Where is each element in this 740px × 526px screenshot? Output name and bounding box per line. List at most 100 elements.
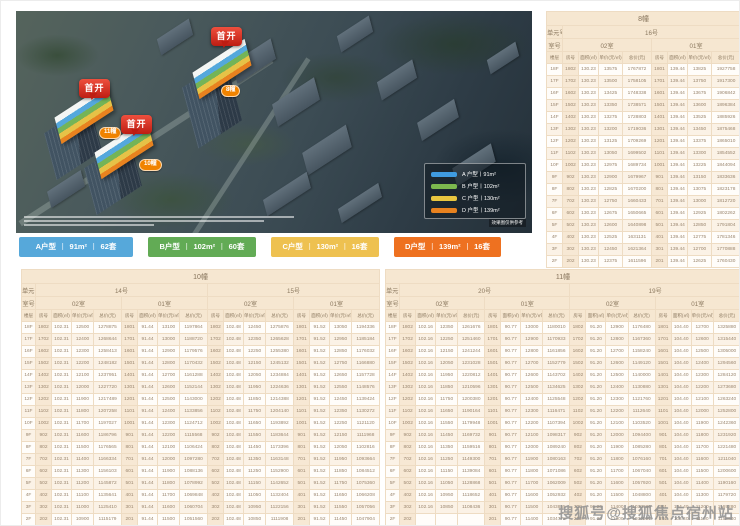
table-row: 6F602102.3111300115610360191.44119001088… <box>22 466 380 478</box>
table-cell: 11400 <box>691 478 713 490</box>
table-row: 14F1402130.231327517288031401139.4413525… <box>547 112 740 124</box>
table-cell: 1103520 <box>628 418 655 430</box>
table-cell: 1102 <box>208 406 224 418</box>
table-row: 8F802130.23128251670200801139.4413075182… <box>547 184 740 196</box>
table-cell: 130.23 <box>579 136 599 148</box>
table-cell: 1802 <box>563 64 579 76</box>
table-cell: 12500 <box>72 322 94 334</box>
table-cell: 102.48 <box>224 442 244 454</box>
table-row: 5F502102.1611050112886850190.77117001062… <box>386 478 740 490</box>
col-area: 面积(㎡) <box>138 310 158 322</box>
table-cell: 13675 <box>688 88 712 100</box>
building-badge-8: 8幢 <box>221 85 240 97</box>
table-cell: 12100 <box>691 394 713 406</box>
table-cell: 1102 <box>36 406 52 418</box>
table-cell: 1284120 <box>713 370 740 382</box>
table-cell: 1611596 <box>623 256 652 268</box>
table-cell: 802 <box>570 442 586 454</box>
banner-count: 16套 <box>352 242 368 251</box>
table-cell: 1275876 <box>266 322 294 334</box>
table-cell: 12400 <box>72 334 94 346</box>
table-cell: 501 <box>122 478 138 490</box>
table-cell: 12450 <box>599 244 623 256</box>
table-cell: 90.77 <box>501 346 521 358</box>
table-cell: 1501 <box>294 358 310 370</box>
table-cell: 6F <box>386 466 400 478</box>
table-cell: 91.20 <box>586 370 606 382</box>
col-area: 面积(㎡) <box>310 310 330 322</box>
col-room-no: 房号 <box>294 310 310 322</box>
table-cell: 1875468 <box>712 124 740 136</box>
table-cell: 11800 <box>158 478 180 490</box>
room-02-header: 02室 <box>563 39 652 52</box>
table-cell: 12350 <box>330 406 352 418</box>
table-cell: 1844094 <box>712 160 740 172</box>
table-cell: 1001 <box>652 160 668 172</box>
table-row: 17F1702102.31124001268644170191.44130001… <box>22 334 380 346</box>
table-cell: 11150 <box>244 478 266 490</box>
table-cell: 1501 <box>652 100 668 112</box>
banner-count: 60套 <box>229 242 245 251</box>
table-cell: 12000 <box>606 430 628 442</box>
table-cell: 1801 <box>294 322 310 334</box>
table-cell: 1702 <box>36 334 52 346</box>
table-cell: 90.77 <box>501 514 521 526</box>
table-cell: 1801 <box>485 322 501 334</box>
table-row: 7F702102.1611250114930070190.77119001080… <box>386 454 740 466</box>
table-cell: 12F <box>386 394 400 406</box>
table-cell: 12650 <box>330 370 352 382</box>
table-cell: 1201 <box>652 136 668 148</box>
table-cell: 1709269 <box>623 136 652 148</box>
table-cell: 90.77 <box>501 430 521 442</box>
background-building <box>377 59 417 100</box>
unit-type-banner-d: D户型丨139m²丨16套 <box>394 237 501 257</box>
table-cell: 1315440 <box>713 334 740 346</box>
table-cell: 91.44 <box>138 430 158 442</box>
table-cell: 1258413 <box>94 346 122 358</box>
table-cell: 91.44 <box>138 346 158 358</box>
table-cell: 10F <box>22 418 36 430</box>
table-cell: 1102816 <box>352 442 380 454</box>
table-cell: 11200 <box>72 478 94 490</box>
table-row: 13F1302102.31120001227720130191.44126001… <box>22 382 380 394</box>
table-cell: 1052932 <box>543 490 570 502</box>
table-cell: 91.52 <box>310 430 330 442</box>
table-cell: 12200 <box>521 418 543 430</box>
table-cell: 139.44 <box>668 124 688 136</box>
table-cell: 1170933 <box>543 334 570 346</box>
col-unit-price: 单价(元/㎡) <box>688 52 712 64</box>
table-cell: 802 <box>400 442 416 454</box>
table-cell: 1116471 <box>543 406 570 418</box>
table-cell: 12825 <box>599 184 623 196</box>
table-cell: 11900 <box>72 394 94 406</box>
table-cell: 91.20 <box>586 430 606 442</box>
table-cell: 13F <box>22 382 36 394</box>
table-cell: 1176565 <box>94 442 122 454</box>
table-cell: 130.23 <box>579 112 599 124</box>
table-cell: 90.77 <box>501 394 521 406</box>
table-cell: 13525 <box>688 112 712 124</box>
table-cell: 1701 <box>655 334 671 346</box>
table-body: 18F1802102.16123501261676180190.77130001… <box>386 322 740 526</box>
table-cell: 13225 <box>688 160 712 172</box>
table-cell: 91.44 <box>138 466 158 478</box>
table-cell: 102.16 <box>416 442 436 454</box>
table-cell: 130.23 <box>579 220 599 232</box>
table-cell: 11900 <box>521 454 543 466</box>
table-cell: 801 <box>122 442 138 454</box>
table-cell: 1130272 <box>352 406 380 418</box>
table-cell: 1197864 <box>180 322 208 334</box>
col-total-price: 总价(元) <box>458 310 485 322</box>
table-cell: 12300 <box>72 346 94 358</box>
room-02-header: 02室 <box>400 297 485 310</box>
table-cell: 12000 <box>691 406 713 418</box>
table-cell: 1047904 <box>352 514 380 526</box>
table-cell: 1402 <box>563 112 579 124</box>
table-cell: 1801 <box>652 64 668 76</box>
legend-swatch-d-icon <box>431 208 457 213</box>
table-row: 18F1802102.16123501261676180190.77130001… <box>386 322 740 334</box>
table-cell: 104.40 <box>671 442 691 454</box>
table-cell: 139.44 <box>668 100 688 112</box>
table-row: 17F1702102.16122501251460170190.77129001… <box>386 334 740 346</box>
table-cell: 91.52 <box>310 358 330 370</box>
